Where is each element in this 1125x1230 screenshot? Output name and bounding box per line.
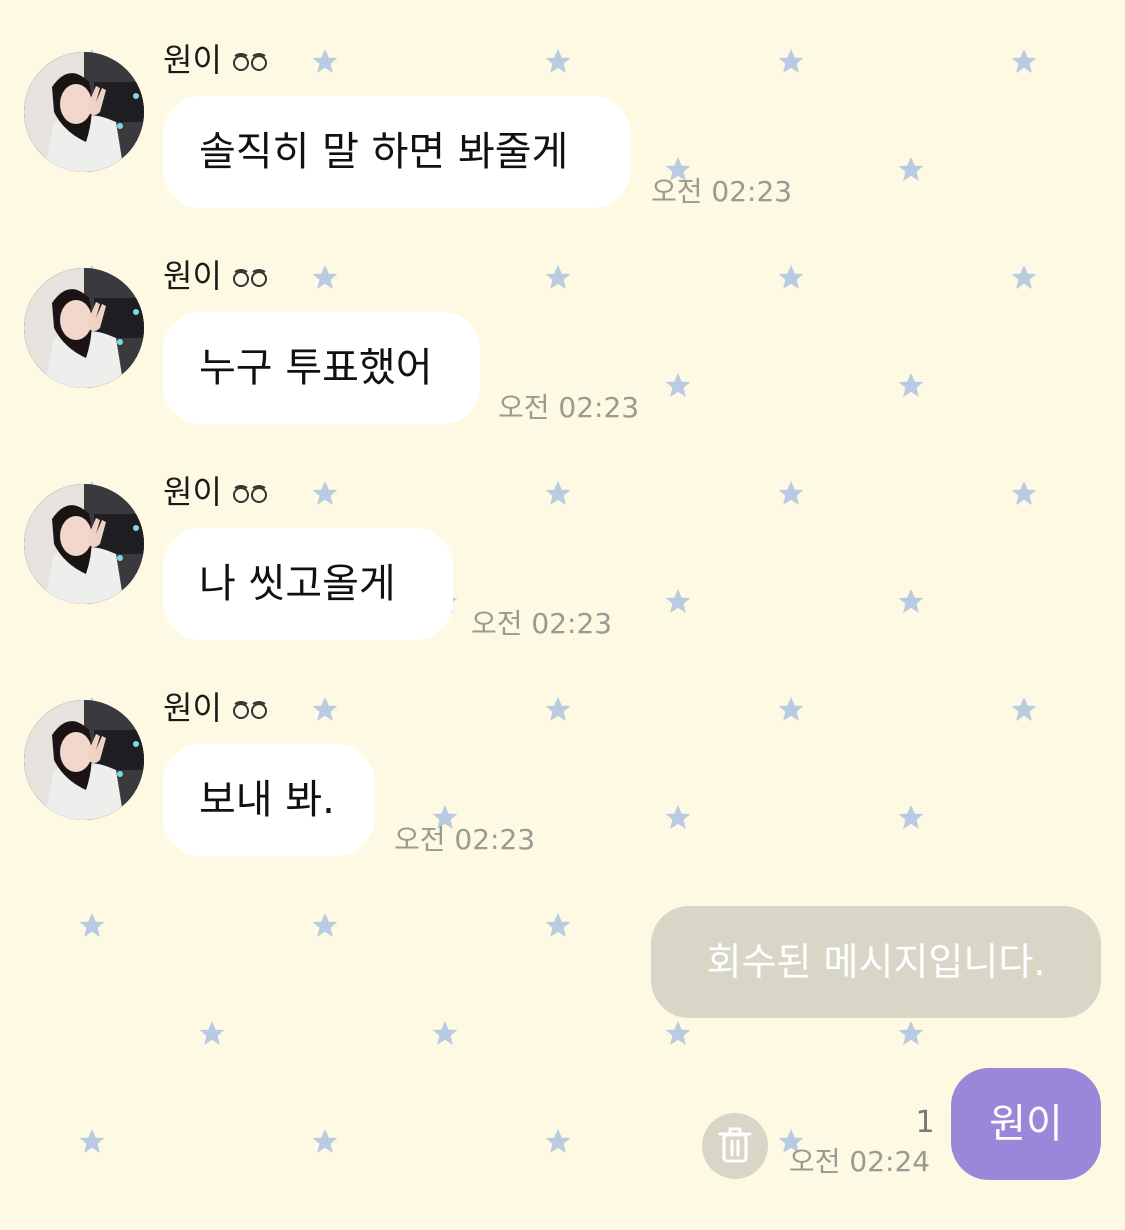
eyes-emoji-icon (233, 701, 267, 719)
star-decoration (432, 1021, 458, 1045)
recalled-message-bubble[interactable]: 회수된 메시지입니다. (651, 906, 1101, 1018)
sender-name: 원이 (163, 41, 222, 79)
message-bubble[interactable]: 누구 투표했어 (163, 312, 480, 424)
avatar[interactable] (24, 484, 144, 604)
eyes-emoji-icon (233, 485, 267, 503)
star-decoration (545, 1129, 571, 1153)
message-bubble[interactable]: 나 씻고올게 (163, 528, 453, 640)
message-time: 오전 02:23 (471, 607, 613, 640)
my-message-bubble[interactable]: 원이 (951, 1068, 1101, 1180)
eyes-emoji-icon (233, 53, 267, 71)
star-decoration (898, 1021, 924, 1045)
avatar[interactable] (24, 268, 144, 388)
chat-message: 원이 솔직히 말 하면 봐줄게 오전 02:23 (0, 0, 1125, 216)
sender-name: 원이 (163, 473, 222, 511)
star-decoration (79, 1129, 105, 1153)
avatar[interactable] (24, 52, 144, 172)
star-decoration (199, 1021, 225, 1045)
star-decoration (312, 913, 338, 937)
chat-message: 원이 누구 투표했어 오전 02:23 (0, 216, 1125, 432)
chat-message: 원이 나 씻고올게 오전 02:23 (0, 432, 1125, 648)
star-decoration (312, 1129, 338, 1153)
star-decoration (79, 913, 105, 937)
chat-message: 원이 보내 봐. 오전 02:23 (0, 648, 1125, 864)
message-time: 오전 02:23 (651, 175, 793, 208)
sender-name: 원이 (163, 689, 222, 727)
trash-icon[interactable] (702, 1113, 768, 1179)
eyes-emoji-icon (233, 269, 267, 287)
message-time: 오전 02:23 (394, 823, 536, 856)
message-time: 오전 02:24 (789, 1145, 931, 1178)
star-decoration (665, 1021, 691, 1045)
message-time: 오전 02:23 (498, 391, 640, 424)
message-bubble[interactable]: 솔직히 말 하면 봐줄게 (163, 96, 631, 208)
message-bubble[interactable]: 보내 봐. (163, 744, 375, 856)
sender-name: 원이 (163, 257, 222, 295)
star-decoration (545, 913, 571, 937)
unread-count: 1 (915, 1105, 935, 1140)
avatar[interactable] (24, 700, 144, 820)
